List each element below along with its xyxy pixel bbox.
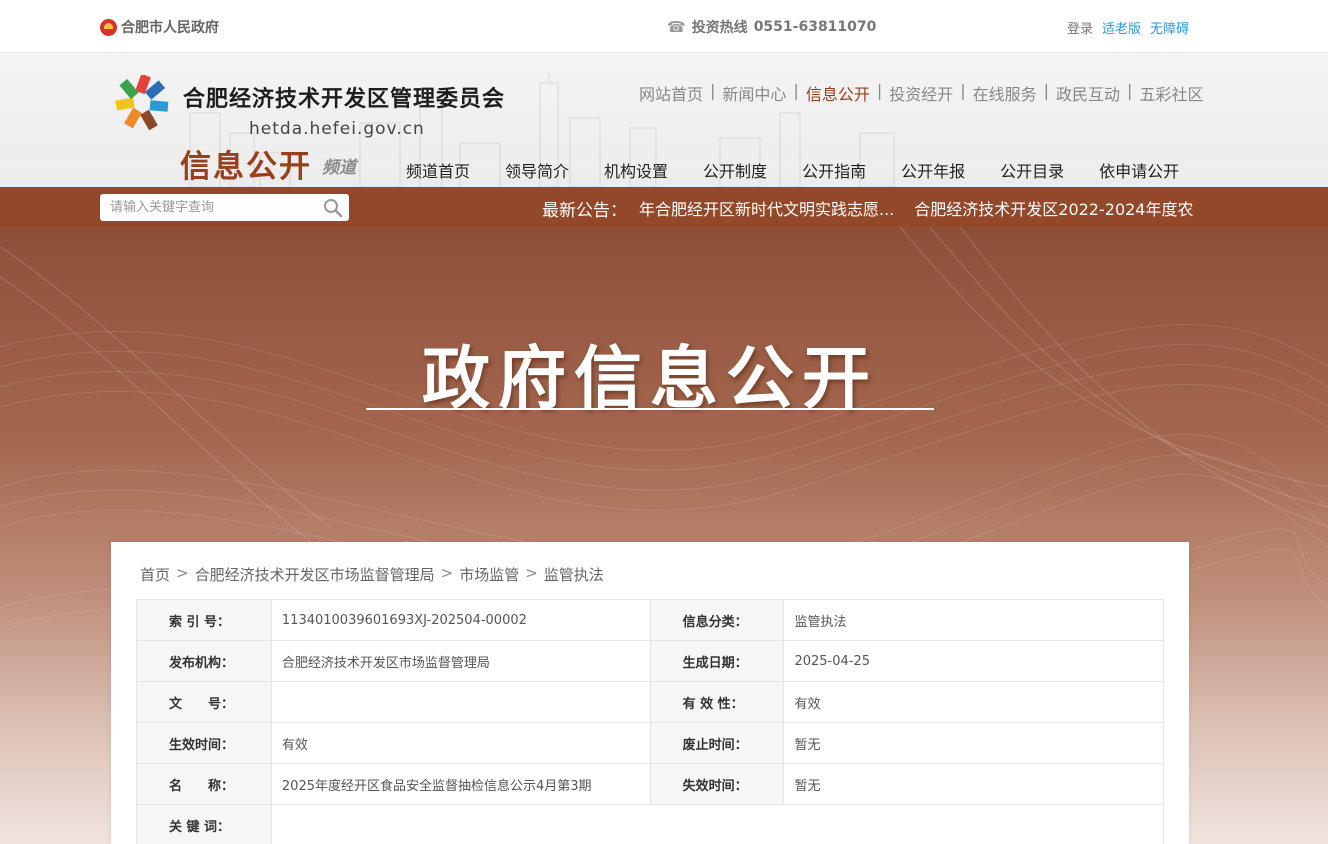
table-row: 发布机构： 合肥经济技术开发区市场监督管理局 生成日期： 2025-04-25 xyxy=(136,640,1164,682)
nav-organization[interactable]: 机构设置 xyxy=(604,158,668,182)
channel-navigation: 频道首页 领导简介 机构设置 公开制度 公开指南 公开年报 公开目录 依申请公开 xyxy=(406,158,1214,182)
breadcrumb: 首页 > 合肥经济技术开发区市场监督管理局 > 市场监管 > 监管执法 xyxy=(140,564,604,585)
nav-disclosure-catalog[interactable]: 公开目录 xyxy=(1000,158,1064,182)
table-row: 生效时间： 有效 废止时间： 暂无 xyxy=(136,722,1164,764)
search-input[interactable] xyxy=(100,194,315,221)
site-header: 合肥经济技术开发区管理委员会 hetda.hefei.gov.cn 信息公开 频… xyxy=(0,53,1328,187)
top-links: 登录 适老版 无障碍 xyxy=(1067,18,1189,37)
accessibility-link[interactable]: 无障碍 xyxy=(1150,18,1189,37)
gov-link[interactable]: 合肥市人民政府 xyxy=(100,17,219,37)
table-row: 索 引 号： 1134010039601693XJ-202504-00002 信… xyxy=(136,599,1164,641)
breadcrumb-bureau[interactable]: 合肥经济技术开发区市场监督管理局 xyxy=(195,564,435,585)
top-bar: 合肥市人民政府 ☎ 投资热线 0551-63811070 登录 适老版 无障碍 xyxy=(0,0,1328,53)
content-card: 首页 > 合肥经济技术开发区市场监督管理局 > 市场监管 > 监管执法 索 引 … xyxy=(111,542,1189,844)
announcement-label: 最新公告： xyxy=(542,200,627,220)
breadcrumb-separator: > xyxy=(440,564,454,582)
channel-subtitle: 频道 xyxy=(322,158,356,178)
meta-key: 废止时间： xyxy=(649,722,785,764)
topnav-community[interactable]: 五彩社区 xyxy=(1139,81,1203,105)
nav-annual-report[interactable]: 公开年报 xyxy=(901,158,965,182)
meta-value xyxy=(270,681,651,723)
meta-key: 生成日期： xyxy=(649,640,785,682)
banner-underline xyxy=(366,408,934,410)
topnav-online-service[interactable]: 在线服务 xyxy=(973,81,1037,105)
login-link[interactable]: 登录 xyxy=(1067,18,1093,37)
meta-value: 暂无 xyxy=(783,722,1164,764)
hetda-logo-icon xyxy=(115,75,169,131)
gov-link-label: 合肥市人民政府 xyxy=(121,20,219,36)
meta-value xyxy=(270,804,1165,844)
hotline-number: 0551-63811070 xyxy=(753,19,877,35)
channel-title: 信息公开 xyxy=(180,149,312,185)
nav-separator: | xyxy=(960,81,966,100)
search-box xyxy=(100,194,349,221)
national-emblem-icon xyxy=(100,18,117,36)
phone-icon: ☎ xyxy=(667,18,686,36)
topnav-info-disclosure[interactable]: 信息公开 xyxy=(806,81,870,105)
topnav-home[interactable]: 网站首页 xyxy=(639,81,703,105)
meta-value: 有效 xyxy=(270,722,651,764)
announcement-item[interactable]: 年合肥经开区新时代文明实践志愿... xyxy=(639,197,894,219)
topnav-interaction[interactable]: 政民互动 xyxy=(1056,81,1120,105)
nav-separator: | xyxy=(793,81,799,100)
nav-leadership[interactable]: 领导简介 xyxy=(505,158,569,182)
meta-key: 文 号： xyxy=(136,681,272,723)
nav-separator: | xyxy=(710,81,716,100)
hotline-label: 投资热线 xyxy=(691,20,748,36)
nav-separator: | xyxy=(876,81,883,100)
meta-value: 2025年度经开区食品安全监督抽检信息公示4月第3期 xyxy=(270,763,651,805)
site-title[interactable]: 合肥经济技术开发区管理委员会 xyxy=(183,81,505,113)
meta-key: 索 引 号： xyxy=(136,599,272,641)
meta-key: 关 键 词： xyxy=(136,804,272,844)
meta-key: 有 效 性： xyxy=(649,681,785,723)
nav-apply-disclosure[interactable]: 依申请公开 xyxy=(1099,158,1179,182)
breadcrumb-separator: > xyxy=(525,564,538,582)
nav-channel-home[interactable]: 频道首页 xyxy=(406,158,470,182)
nav-disclosure-policy[interactable]: 公开制度 xyxy=(703,158,767,182)
meta-value: 监管执法 xyxy=(783,599,1164,641)
hotline: ☎ 投资热线 0551-63811070 xyxy=(667,17,876,37)
top-navigation: 网站首页 | 新闻中心 | 信息公开 | 投资经开 | 在线服务 | 政民互动 | 五彩社区 xyxy=(639,81,1203,105)
meta-value: 1134010039601693XJ-202504-00002 xyxy=(270,599,651,641)
meta-key: 信息分类： xyxy=(649,599,785,641)
topnav-news[interactable]: 新闻中心 xyxy=(722,81,786,105)
announcement-item[interactable]: 合肥经济技术开发区2022-2024年度农 xyxy=(914,197,1193,219)
meta-key: 生效时间： xyxy=(136,722,272,764)
elder-version-link[interactable]: 适老版 xyxy=(1102,18,1141,37)
meta-value: 2025-04-25 xyxy=(783,640,1164,682)
meta-value: 合肥经济技术开发区市场监督管理局 xyxy=(270,640,651,682)
meta-key: 失效时间： xyxy=(649,763,785,805)
table-row: 关 键 词： xyxy=(136,804,1165,844)
topnav-investment[interactable]: 投资经开 xyxy=(889,81,953,105)
search-icon[interactable] xyxy=(323,198,343,218)
notice-bar: 最新公告： 年合肥经开区新时代文明实践志愿... 合肥经济技术开发区2022-2… xyxy=(0,187,1328,227)
table-row: 文 号： 有 效 性： 有效 xyxy=(136,681,1164,723)
nav-separator: | xyxy=(1127,81,1133,100)
breadcrumb-separator: > xyxy=(176,564,189,582)
announcement-ticker: 最新公告： 年合肥经开区新时代文明实践志愿... 合肥经济技术开发区2022-2… xyxy=(536,197,1200,219)
meta-key: 名 称： xyxy=(136,763,272,805)
table-row: 名 称： 2025年度经开区食品安全监督抽检信息公示4月第3期 失效时间： 暂无 xyxy=(136,763,1164,805)
meta-key: 发布机构： xyxy=(136,640,272,682)
breadcrumb-enforcement[interactable]: 监管执法 xyxy=(544,564,604,585)
breadcrumb-market-supervision[interactable]: 市场监管 xyxy=(459,564,519,585)
nav-disclosure-guide[interactable]: 公开指南 xyxy=(802,158,866,182)
nav-separator: | xyxy=(1043,81,1050,100)
site-domain: hetda.hefei.gov.cn xyxy=(249,119,425,139)
document-metadata-table: 索 引 号： 1134010039601693XJ-202504-00002 信… xyxy=(136,599,1165,844)
meta-value: 有效 xyxy=(783,681,1164,723)
breadcrumb-home[interactable]: 首页 xyxy=(140,564,170,585)
meta-value: 暂无 xyxy=(783,763,1164,805)
